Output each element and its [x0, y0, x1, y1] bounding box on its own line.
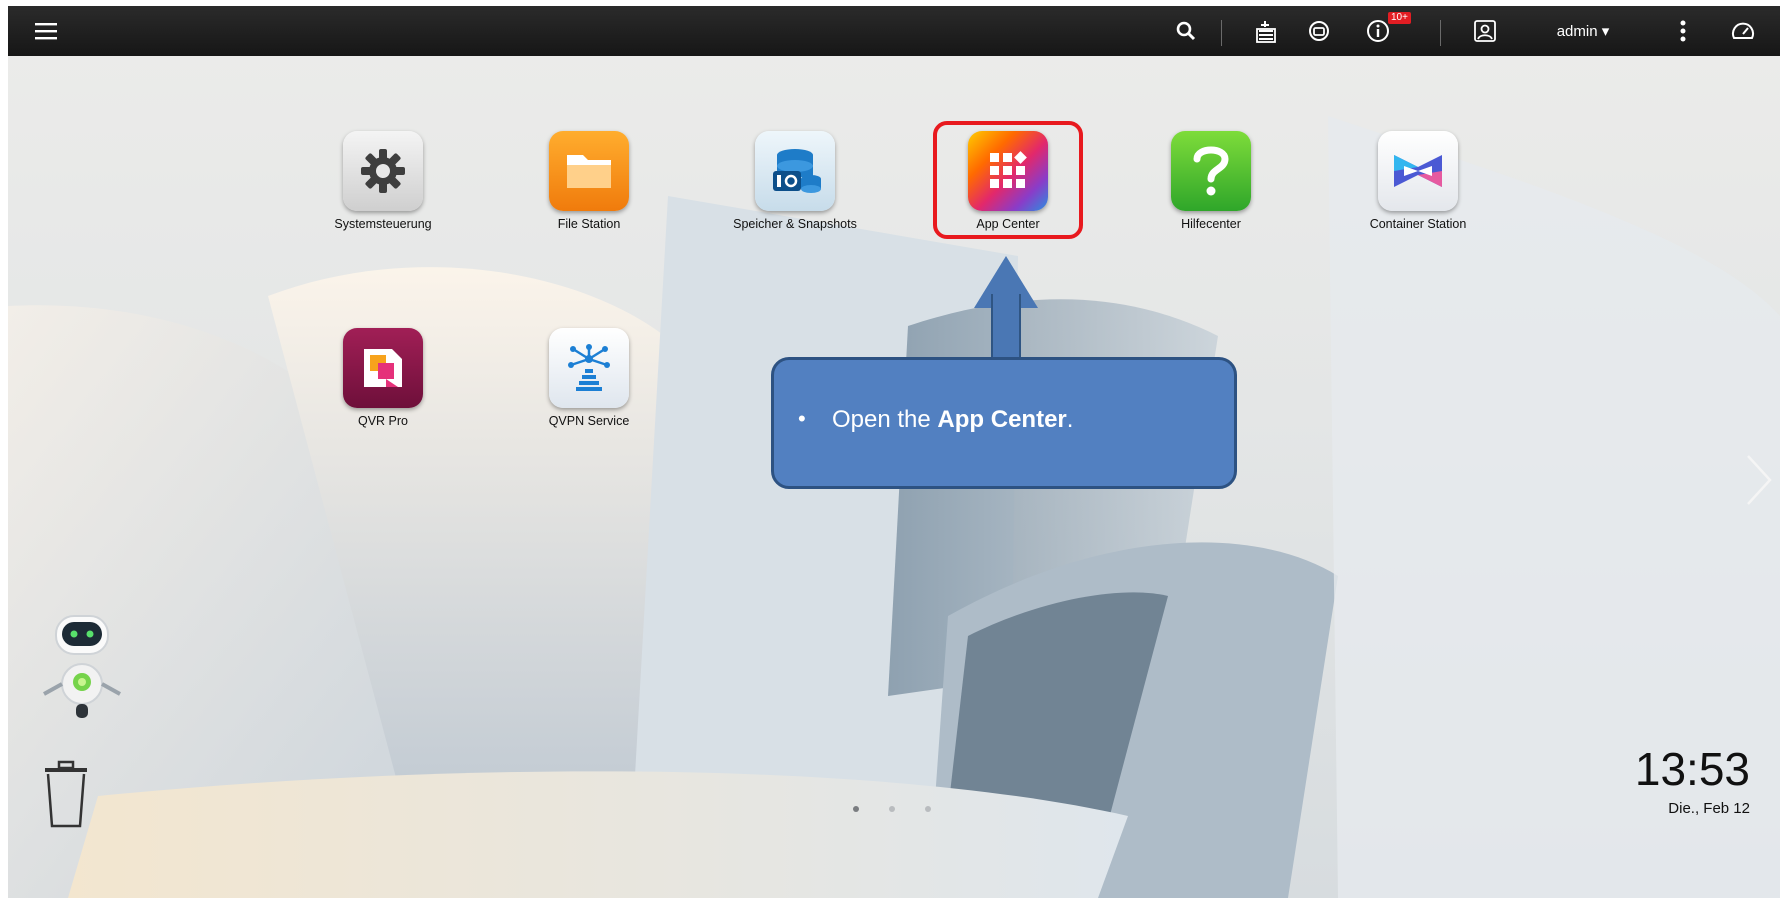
clock-date: Die., Feb 12	[1668, 800, 1750, 817]
callout-text-suffix: .	[1066, 406, 1074, 433]
helpdesk-robot-icon[interactable]	[38, 612, 138, 737]
page-dot[interactable]	[925, 806, 931, 812]
page-dot[interactable]	[889, 806, 895, 812]
app-hilfecenter[interactable]: Hilfecenter	[1121, 131, 1301, 231]
external-device-icon[interactable]	[1301, 6, 1337, 56]
app-systemsteuerung[interactable]: Systemsteuerung	[293, 131, 473, 231]
qvr-icon	[343, 328, 423, 408]
storage-icon	[755, 131, 835, 211]
app-label: Speicher & Snapshots	[733, 217, 857, 231]
app-file-station[interactable]: File Station	[499, 131, 679, 231]
user-menu[interactable]: admin ▾	[1548, 6, 1618, 56]
info-icon[interactable]: 10+	[1358, 6, 1411, 56]
desktop-clock: 13:53 Die., Feb 12	[1635, 744, 1750, 817]
app-qvr-pro[interactable]: QVR Pro	[293, 328, 473, 428]
app-qvpn-service[interactable]: QVPN Service	[499, 328, 679, 428]
callout-arrow-shaft	[991, 294, 1021, 360]
topbar-divider	[1221, 20, 1222, 46]
trash-icon[interactable]	[42, 758, 90, 835]
tasks-icon[interactable]	[1248, 6, 1284, 56]
app-speicher-snapshots[interactable]: Speicher & Snapshots	[705, 131, 885, 231]
notification-badge: 10+	[1388, 12, 1411, 24]
folder-icon	[549, 131, 629, 211]
next-page-arrow-icon[interactable]	[1744, 452, 1774, 513]
clock-time: 13:53	[1634, 743, 1750, 795]
app-label: Container Station	[1369, 217, 1467, 231]
app-label: Systemsteuerung	[334, 217, 432, 231]
top-bar: 10+ admin ▾	[8, 6, 1780, 56]
topbar-divider	[1440, 20, 1441, 46]
question-icon	[1171, 131, 1251, 211]
callout-text-bold: App Center	[937, 406, 1067, 433]
instruction-callout: • Open the App Center.	[771, 357, 1237, 489]
search-icon[interactable]	[1168, 6, 1204, 56]
app-label: File Station	[557, 217, 621, 231]
app-label: QVR Pro	[357, 414, 408, 428]
callout-text-prefix: Open the	[832, 406, 938, 433]
app-container-station[interactable]: Container Station	[1328, 131, 1508, 231]
page-indicator	[853, 806, 931, 812]
desktop: 10+ admin ▾ Systemsteuerung File Station…	[8, 6, 1780, 898]
callout-text: Open the App Center.	[832, 406, 1073, 434]
callout-bullet: •	[798, 406, 806, 431]
app-label: Hilfecenter	[1181, 217, 1241, 231]
hamburger-menu-icon[interactable]	[30, 6, 62, 56]
user-options-icon[interactable]	[1468, 6, 1502, 56]
page-dot[interactable]	[853, 806, 859, 812]
dashboard-gauge-icon[interactable]	[1726, 6, 1760, 56]
container-icon	[1378, 131, 1458, 211]
app-center-highlight-box	[933, 121, 1083, 239]
more-vertical-icon[interactable]	[1673, 6, 1693, 56]
app-label: QVPN Service	[548, 414, 630, 428]
gear-icon	[343, 131, 423, 211]
vpn-icon	[549, 328, 629, 408]
